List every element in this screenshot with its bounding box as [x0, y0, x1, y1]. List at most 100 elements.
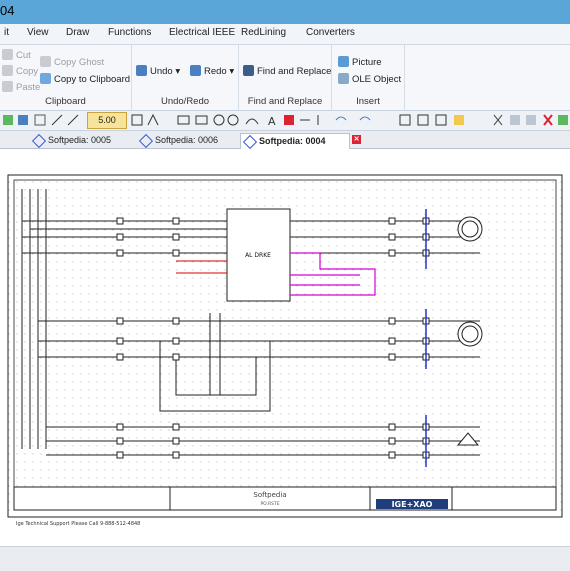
title-block: Softpedia PO.RSTE IGE+XAO: [13, 486, 557, 511]
contact-symbol: [388, 233, 396, 241]
ellipse-tool-icon[interactable]: [227, 114, 239, 126]
close-toolbar-icon[interactable]: [543, 114, 553, 126]
cut-button[interactable]: Cut: [2, 49, 31, 61]
highlight-icon[interactable]: [454, 115, 464, 125]
contact-symbol: [116, 233, 124, 241]
find-replace-button[interactable]: Find and Replace: [243, 65, 331, 77]
controller-block-label: AL DRKE: [245, 252, 271, 259]
mirror-icon[interactable]: [435, 114, 447, 126]
close-tab-icon[interactable]: ✕: [352, 135, 361, 144]
document-tab-bar: Softpedia: 0005 Softpedia: 0006 Softpedi…: [0, 131, 570, 150]
undo-toolbar-icon[interactable]: [335, 116, 347, 121]
redo-icon: [190, 65, 201, 76]
copy-ghost-icon: [40, 56, 51, 67]
contact-symbol: [172, 217, 180, 225]
contact-symbol: [388, 437, 396, 445]
zoom-value-box[interactable]: 5.00: [87, 112, 127, 129]
contact-symbol: [172, 437, 180, 445]
clipboard-caption: Clipboard: [45, 96, 86, 107]
contact-symbol: [388, 451, 396, 459]
tab-softpedia-0005[interactable]: Softpedia: 0005: [30, 133, 153, 149]
contact-symbol: [116, 337, 124, 345]
rectangle-tool-icon[interactable]: [177, 115, 190, 125]
diagonal-tool-icon[interactable]: [67, 114, 79, 126]
picture-icon: [338, 56, 349, 67]
schematic-drawing: AL DRKE Softpedia PO.RSTE IGE+XAO Ige Te…: [0, 149, 570, 545]
box-tool-icon[interactable]: [131, 114, 143, 126]
drawing-toolbar: A: [0, 111, 570, 131]
delete-icon[interactable]: [284, 115, 294, 125]
undo-button[interactable]: Undo ▾: [136, 65, 180, 77]
contact-symbol: [172, 233, 180, 241]
window-title: 04: [0, 3, 15, 18]
refresh-icon[interactable]: [3, 115, 13, 125]
ole-object-label: OLE Object: [352, 74, 402, 85]
contact-symbol: [116, 423, 124, 431]
undo-redo-caption: Undo/Redo: [160, 96, 210, 107]
align-icon[interactable]: [417, 114, 429, 126]
contact-symbol: [388, 317, 396, 325]
contact-symbol: [172, 451, 180, 459]
copy-button[interactable]: Copy: [2, 65, 38, 77]
redo-toolbar-icon[interactable]: [359, 116, 371, 121]
copy-ghost-button[interactable]: Copy Ghost: [40, 56, 104, 68]
contact-symbol: [388, 337, 396, 345]
contact-symbol: [116, 437, 124, 445]
copy-label: Copy: [16, 66, 39, 77]
copy-toolbar-icon[interactable]: [510, 115, 520, 125]
copy-to-clipboard-button[interactable]: Copy to Clipboard: [40, 73, 130, 85]
tab-label: Softpedia: 0005: [48, 135, 112, 145]
undo-icon: [136, 65, 147, 76]
menu-item-converters[interactable]: Converters: [306, 27, 355, 38]
menu-item-edit[interactable]: it: [4, 27, 9, 38]
ok-toolbar-icon[interactable]: [558, 115, 568, 125]
schematic-icon: [31, 133, 47, 149]
title-block-subtitle: PO.RSTE: [260, 501, 279, 507]
menu-item-draw[interactable]: Draw: [66, 27, 89, 38]
copy-to-clipboard-label: Copy to Clipboard: [54, 74, 131, 85]
undo-redo-group: Undo ▾ Redo ▾ Undo/Redo: [132, 45, 239, 110]
picture-label: Picture: [352, 57, 382, 68]
drawing-canvas[interactable]: AL DRKE Softpedia PO.RSTE IGE+XAO Ige Te…: [0, 149, 570, 545]
clipboard-icon: [40, 73, 51, 84]
schematic-icon: [242, 134, 258, 150]
snap-icon[interactable]: [34, 114, 46, 126]
select-icon[interactable]: [18, 115, 28, 125]
find-replace-group: Find and Replace Find and Replace: [239, 45, 332, 110]
paste-button[interactable]: Paste: [2, 81, 40, 93]
find-replace-caption: Find and Replace: [247, 96, 323, 107]
tab-softpedia-0004[interactable]: Softpedia: 0004 ✕: [240, 133, 361, 150]
menu-item-redlining[interactable]: RedLining: [241, 27, 286, 38]
redo-button[interactable]: Redo ▾: [190, 65, 234, 77]
menu-bar: it View Draw Functions Electrical IEEE R…: [0, 24, 570, 45]
undo-label: Undo: [150, 66, 173, 77]
paste-toolbar-icon[interactable]: [526, 115, 536, 125]
arc-tool-icon[interactable]: [245, 118, 259, 125]
clipboard-group: Cut Copy Paste Copy Ghost Copy to Clipbo…: [0, 45, 132, 110]
menu-item-view[interactable]: View: [27, 27, 49, 38]
menu-item-functions[interactable]: Functions: [108, 27, 151, 38]
ige-xao-logo-text: IGE+XAO: [392, 500, 433, 509]
contact-symbol: [116, 217, 124, 225]
window-titlebar: 04: [0, 0, 570, 24]
cut-toolbar-icon[interactable]: [493, 114, 503, 126]
rectangle2-tool-icon[interactable]: [195, 115, 208, 125]
tab-softpedia-0006[interactable]: Softpedia: 0006: [137, 133, 252, 149]
text-tool-icon[interactable]: A: [268, 115, 276, 128]
binoculars-icon: [243, 65, 254, 76]
dimension-icon[interactable]: [399, 114, 411, 126]
contact-symbol: [172, 317, 180, 325]
line-tool-icon[interactable]: [51, 114, 63, 126]
scissors-icon: [2, 49, 13, 60]
circle-tool-icon[interactable]: [213, 114, 225, 126]
ole-object-button[interactable]: OLE Object: [338, 73, 401, 85]
picture-button[interactable]: Picture: [338, 56, 382, 68]
polyline-tool-icon[interactable]: [147, 113, 159, 126]
tab-label: Softpedia: 0006: [155, 135, 219, 145]
title-block-project: Softpedia: [253, 491, 286, 499]
menu-item-electrical-ieee[interactable]: Electrical IEEE: [169, 27, 235, 38]
contact-symbol: [388, 217, 396, 225]
contact-symbol: [388, 423, 396, 431]
contact-symbol: [172, 353, 180, 361]
ribbon: Cut Copy Paste Copy Ghost Copy to Clipbo…: [0, 45, 570, 111]
